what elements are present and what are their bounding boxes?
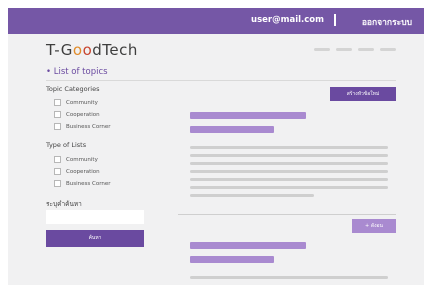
- type-of-lists-heading: Type of Lists: [46, 141, 87, 149]
- read-more-button[interactable]: + ดังอน: [352, 219, 396, 233]
- page-frame: user@mail.com ออกจากระบบ T-GoodTech • Li…: [8, 8, 424, 285]
- checkbox-label: Community: [66, 156, 98, 163]
- menu-dash: [314, 48, 330, 51]
- topic-category-checkbox[interactable]: Community: [54, 99, 98, 106]
- menu-dash: [358, 48, 374, 51]
- menu-icon[interactable]: [314, 48, 396, 51]
- checkbox-box: [54, 111, 61, 118]
- topic-subtitle-placeholder: [190, 126, 274, 133]
- logo-text-o1: o: [72, 41, 83, 59]
- menu-dash: [336, 48, 352, 51]
- checkbox-box: [54, 99, 61, 106]
- search-label: ระบุคำค้นหา: [46, 200, 82, 208]
- checkbox-label: Cooperation: [66, 111, 100, 118]
- create-topic-button[interactable]: สร้างหัวข้อใหม่: [330, 87, 396, 101]
- logo-text-start: T-G: [46, 41, 73, 59]
- topic-category-checkbox[interactable]: Cooperation: [54, 111, 100, 118]
- content-divider: [178, 214, 396, 215]
- text-line-placeholder: [190, 276, 388, 279]
- checkbox-label: Community: [66, 99, 98, 106]
- checkbox-box: [54, 180, 61, 187]
- logo-text-end: dTech: [92, 41, 138, 59]
- topic-title-placeholder[interactable]: [190, 242, 306, 249]
- top-bar: user@mail.com ออกจากระบบ: [8, 8, 424, 34]
- text-line-placeholder: [190, 186, 388, 189]
- text-line-placeholder: [190, 162, 388, 165]
- text-line-placeholder: [190, 170, 388, 173]
- logo[interactable]: T-GoodTech: [46, 41, 138, 59]
- user-email-link[interactable]: user@mail.com: [251, 15, 324, 25]
- topic-category-checkbox[interactable]: Business Corner: [54, 123, 111, 130]
- menu-dash: [380, 48, 396, 51]
- logo-text-o2: o: [82, 41, 93, 59]
- list-type-checkbox[interactable]: Community: [54, 156, 98, 163]
- topic-subtitle-placeholder: [190, 256, 274, 263]
- text-line-placeholder: [190, 178, 388, 181]
- search-button[interactable]: ค้นหา: [46, 230, 144, 247]
- checkbox-label: Business Corner: [66, 123, 111, 130]
- text-line-placeholder: [190, 194, 314, 197]
- list-type-checkbox[interactable]: Business Corner: [54, 180, 111, 187]
- list-type-checkbox[interactable]: Cooperation: [54, 168, 100, 175]
- header-separator: [334, 14, 336, 26]
- checkbox-label: Business Corner: [66, 180, 111, 187]
- search-input[interactable]: [46, 210, 144, 224]
- checkbox-label: Cooperation: [66, 168, 100, 175]
- section-divider: [46, 80, 396, 81]
- topic-title-placeholder[interactable]: [190, 112, 306, 119]
- logout-link[interactable]: ออกจากระบบ: [362, 15, 412, 29]
- checkbox-box: [54, 168, 61, 175]
- text-line-placeholder: [190, 146, 388, 149]
- text-line-placeholder: [190, 154, 388, 157]
- topic-categories-heading: Topic Categories: [46, 85, 100, 93]
- checkbox-box: [54, 156, 61, 163]
- checkbox-box: [54, 123, 61, 130]
- section-title: • List of topics: [46, 67, 108, 77]
